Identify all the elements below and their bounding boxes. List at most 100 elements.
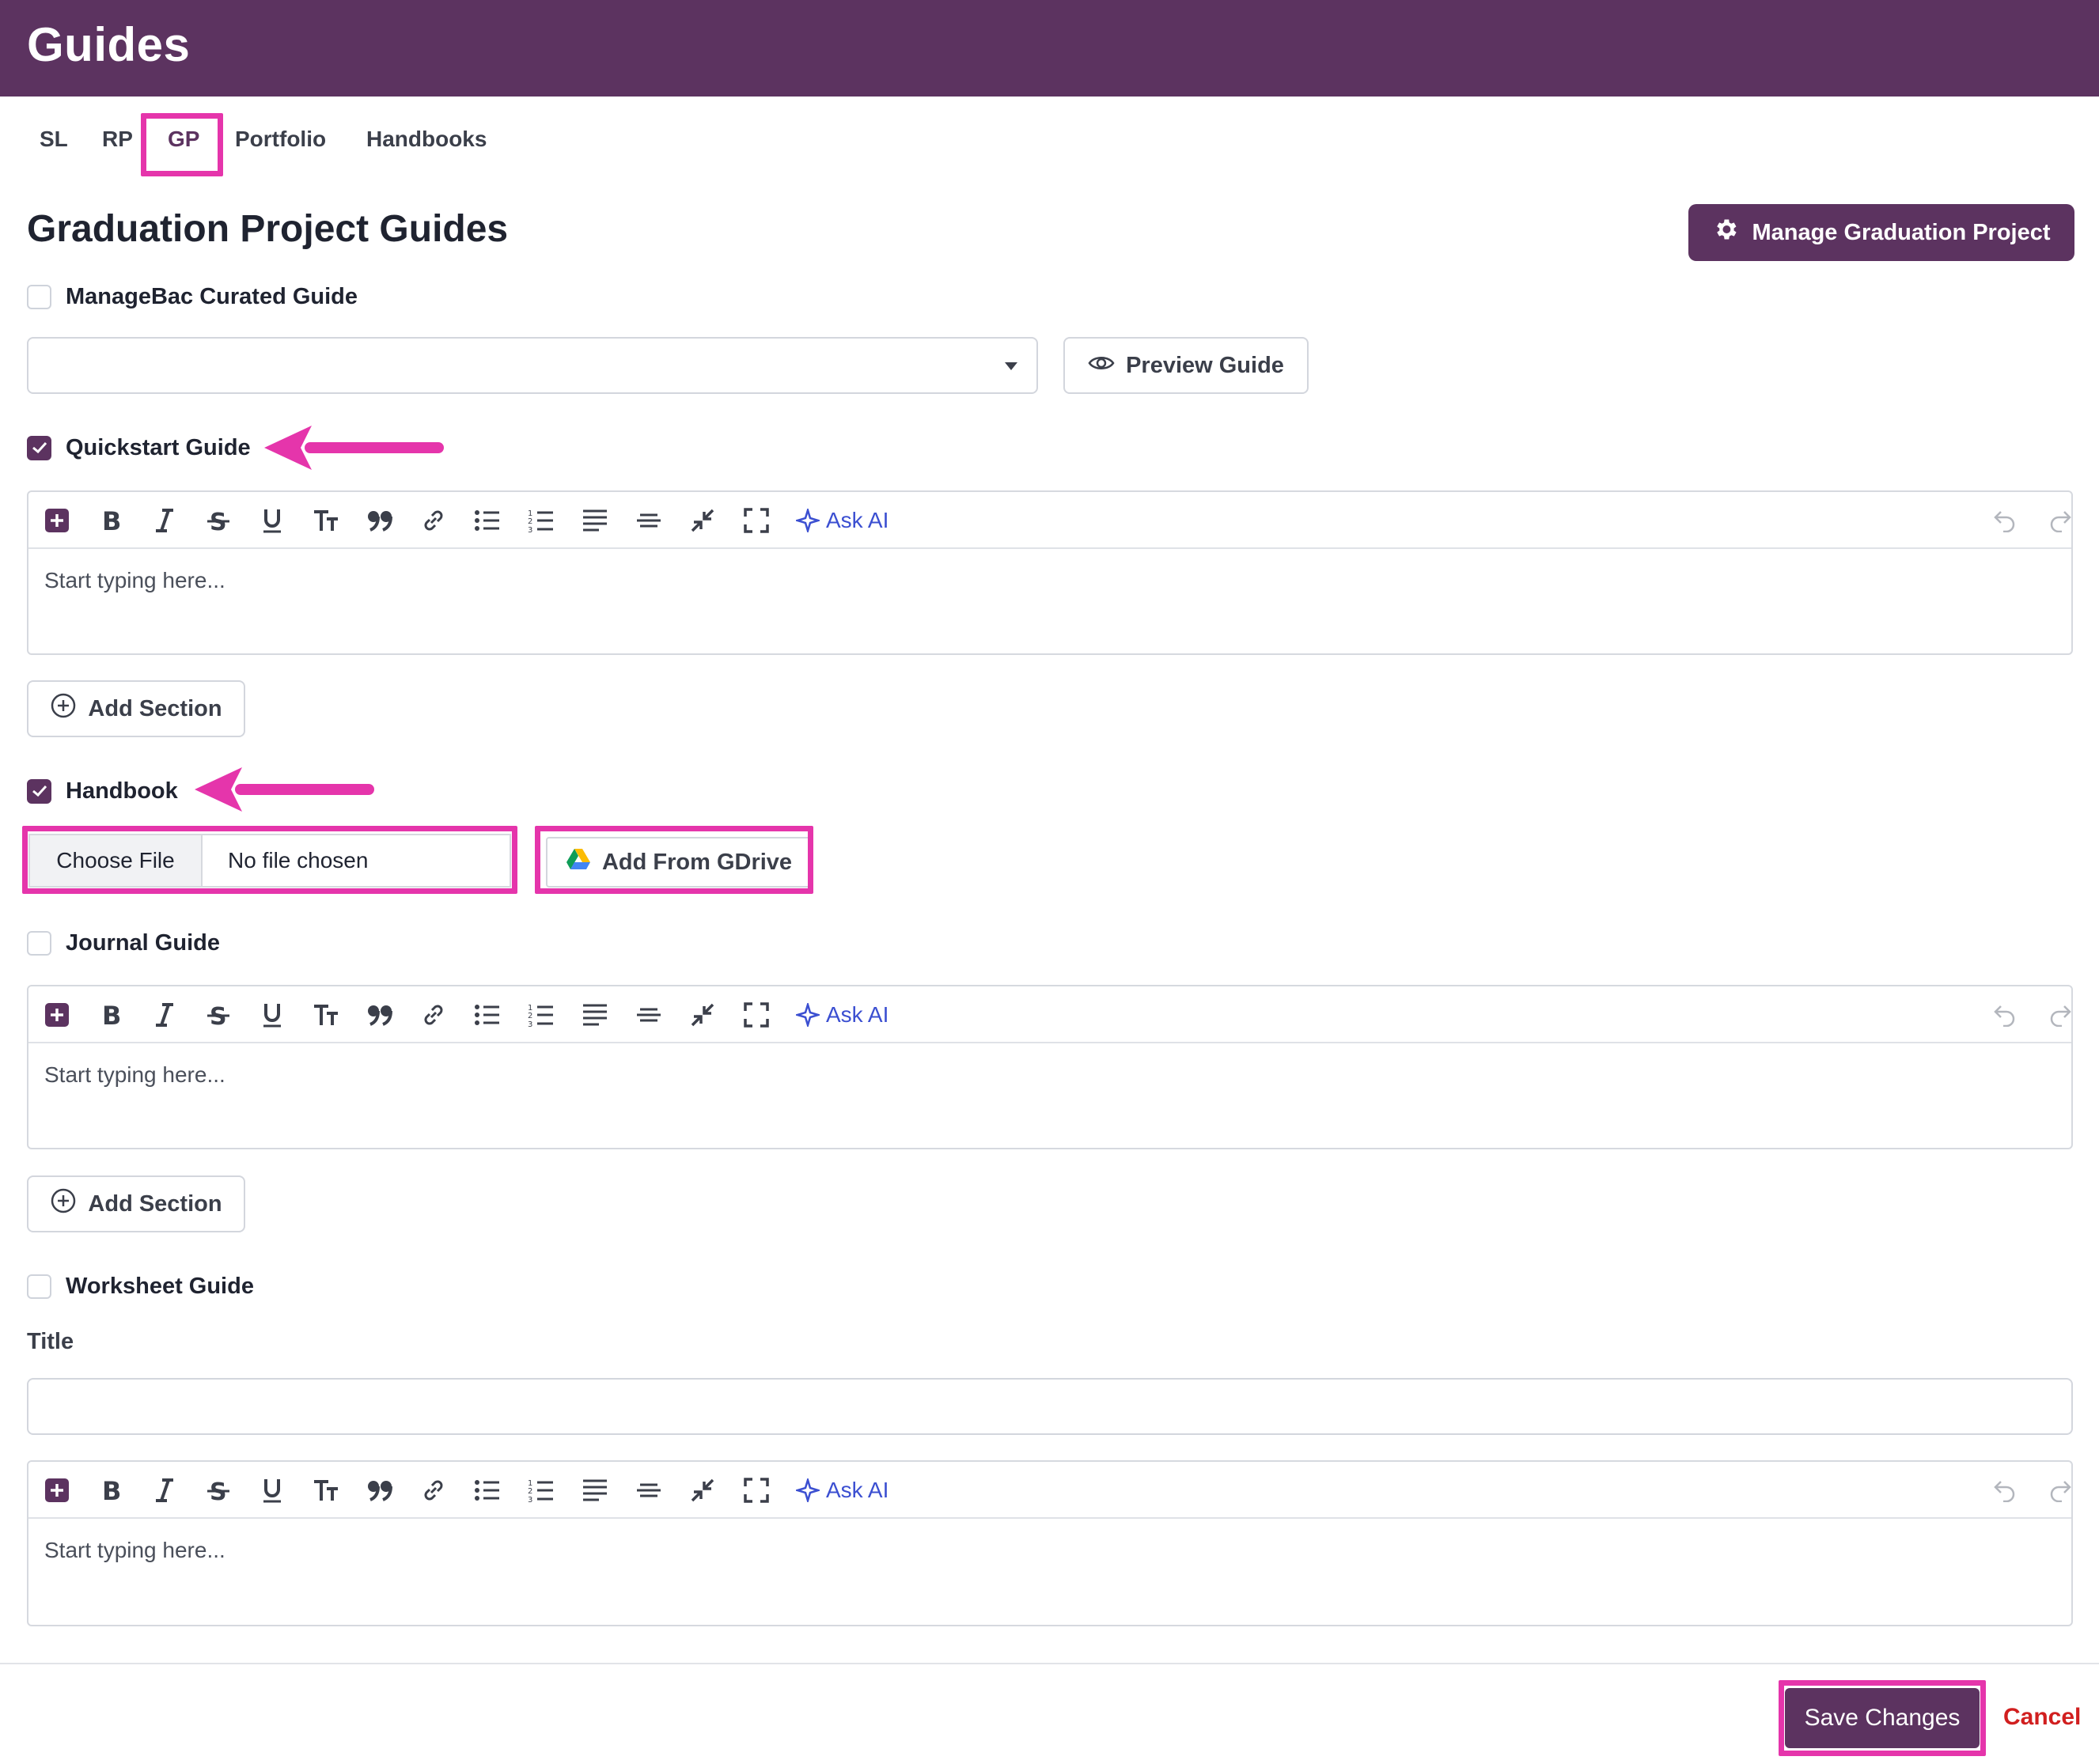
ask-ai-label: Ask AI	[826, 1478, 889, 1502]
journal-editor: B S 123 Ask AI Start typing here...	[27, 985, 2073, 1149]
bold-icon[interactable]: B	[93, 503, 128, 538]
fullscreen-icon[interactable]	[739, 503, 774, 538]
editor-body-placeholder[interactable]: Start typing here...	[44, 1538, 225, 1563]
text-size-icon[interactable]	[309, 503, 343, 538]
strikethrough-icon[interactable]: S	[201, 1473, 236, 1508]
numbered-list-icon[interactable]: 123	[524, 1473, 559, 1508]
italic-icon[interactable]	[147, 1473, 182, 1508]
underline-icon[interactable]	[255, 1473, 290, 1508]
add-section-label: Add Section	[88, 1191, 222, 1217]
text-size-icon[interactable]	[309, 1473, 343, 1508]
horizontal-rule-icon[interactable]	[631, 997, 666, 1032]
align-icon[interactable]	[578, 997, 612, 1032]
add-block-icon[interactable]	[40, 997, 74, 1032]
quickstart-guide-label: Quickstart Guide	[66, 434, 251, 460]
editor-body-placeholder[interactable]: Start typing here...	[44, 568, 225, 593]
worksheet-editor: B S 123 Ask AI Start typing here...	[27, 1460, 2073, 1626]
bulleted-list-icon[interactable]	[470, 997, 505, 1032]
worksheet-guide-checkbox[interactable]	[27, 1274, 51, 1299]
cancel-link[interactable]: Cancel	[2003, 1704, 2081, 1731]
manage-graduation-project-button[interactable]: Manage Graduation Project	[1688, 204, 2074, 261]
svg-text:B: B	[102, 1478, 121, 1503]
collapse-icon[interactable]	[685, 997, 720, 1032]
sparkle-icon	[796, 1003, 820, 1027]
tab-rp[interactable]: RP	[102, 127, 133, 152]
annotation-arrow-quickstart	[264, 426, 444, 470]
numbered-list-icon[interactable]: 123	[524, 503, 559, 538]
active-tab-indicator	[182, 171, 217, 174]
italic-icon[interactable]	[147, 503, 182, 538]
strikethrough-icon[interactable]: S	[201, 997, 236, 1032]
curated-guide-checkbox[interactable]	[27, 284, 51, 309]
italic-icon[interactable]	[147, 997, 182, 1032]
sparkle-icon	[796, 509, 820, 532]
horizontal-rule-icon[interactable]	[631, 1473, 666, 1508]
tab-handbooks[interactable]: Handbooks	[366, 127, 487, 152]
handbook-label: Handbook	[66, 778, 178, 804]
gdrive-button-label: Add From GDrive	[601, 849, 793, 875]
choose-file-button[interactable]: Choose File	[30, 835, 203, 886]
tab-sl[interactable]: SL	[40, 127, 68, 152]
horizontal-rule-icon[interactable]	[631, 503, 666, 538]
quote-icon[interactable]	[362, 997, 397, 1032]
title-input[interactable]	[27, 1378, 2073, 1435]
bulleted-list-icon[interactable]	[470, 1473, 505, 1508]
editor-body-placeholder[interactable]: Start typing here...	[44, 1062, 225, 1088]
link-icon[interactable]	[416, 1473, 451, 1508]
align-icon[interactable]	[578, 1473, 612, 1508]
journal-guide-row: Journal Guide	[27, 927, 220, 959]
svg-text:2: 2	[528, 517, 532, 526]
numbered-list-icon[interactable]: 123	[524, 997, 559, 1032]
underline-icon[interactable]	[255, 503, 290, 538]
align-icon[interactable]	[578, 503, 612, 538]
bulleted-list-icon[interactable]	[470, 503, 505, 538]
add-section-button[interactable]: Add Section	[27, 1175, 245, 1232]
save-changes-button[interactable]: Save Changes	[1785, 1688, 1980, 1748]
strikethrough-icon[interactable]: S	[201, 503, 236, 538]
ask-ai-button[interactable]: Ask AI	[796, 503, 888, 538]
link-icon[interactable]	[416, 503, 451, 538]
svg-text:2: 2	[528, 1487, 532, 1496]
tab-portfolio[interactable]: Portfolio	[235, 127, 326, 152]
caret-down-icon	[1005, 362, 1017, 370]
tab-gp[interactable]: GP	[168, 127, 199, 152]
bold-icon[interactable]: B	[93, 1473, 128, 1508]
text-size-icon[interactable]	[309, 997, 343, 1032]
curated-guide-label: ManageBac Curated Guide	[66, 283, 358, 309]
collapse-icon[interactable]	[685, 503, 720, 538]
add-block-icon[interactable]	[40, 503, 74, 538]
ask-ai-button[interactable]: Ask AI	[796, 1473, 888, 1508]
collapse-icon[interactable]	[685, 1473, 720, 1508]
curated-guide-select[interactable]	[27, 337, 1038, 394]
handbook-checkbox[interactable]	[27, 778, 51, 804]
curated-guide-row: ManageBac Curated Guide	[27, 281, 358, 312]
journal-guide-checkbox[interactable]	[27, 930, 51, 956]
sparkle-icon	[796, 1478, 820, 1502]
redo-icon[interactable]	[2043, 1473, 2078, 1508]
link-icon[interactable]	[416, 997, 451, 1032]
add-section-label: Add Section	[88, 695, 222, 721]
undo-icon[interactable]	[1987, 1473, 2022, 1508]
svg-text:2: 2	[528, 1012, 532, 1020]
quote-icon[interactable]	[362, 503, 397, 538]
quote-icon[interactable]	[362, 1473, 397, 1508]
fullscreen-icon[interactable]	[739, 1473, 774, 1508]
redo-icon[interactable]	[2043, 997, 2078, 1032]
fullscreen-icon[interactable]	[739, 997, 774, 1032]
ask-ai-label: Ask AI	[826, 1002, 889, 1027]
ask-ai-button[interactable]: Ask AI	[796, 997, 888, 1032]
undo-icon[interactable]	[1987, 503, 2022, 538]
quickstart-guide-row: Quickstart Guide	[27, 432, 251, 464]
worksheet-guide-row: Worksheet Guide	[27, 1270, 254, 1302]
add-section-button[interactable]: Add Section	[27, 680, 245, 737]
quickstart-guide-checkbox[interactable]	[27, 435, 51, 460]
undo-icon[interactable]	[1987, 997, 2022, 1032]
file-upload-field: Choose File No file chosen	[28, 834, 511, 888]
preview-guide-button[interactable]: Preview Guide	[1063, 337, 1309, 394]
add-block-icon[interactable]	[40, 1473, 74, 1508]
bold-icon[interactable]: B	[93, 997, 128, 1032]
eye-icon	[1088, 353, 1115, 379]
redo-icon[interactable]	[2043, 503, 2078, 538]
add-from-gdrive-button[interactable]: Add From GDrive	[546, 837, 812, 888]
underline-icon[interactable]	[255, 997, 290, 1032]
